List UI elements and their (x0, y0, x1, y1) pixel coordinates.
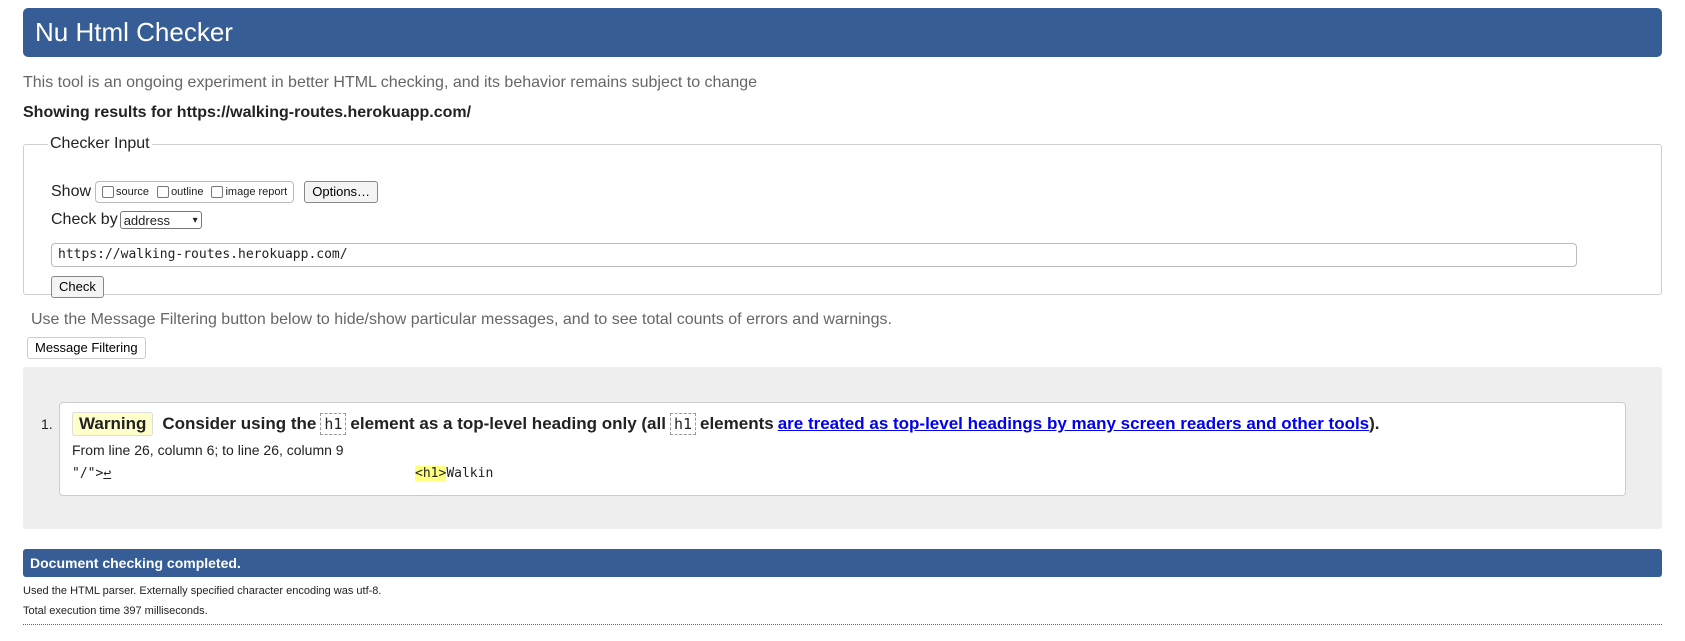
chevron-down-icon: ▾ (192, 214, 198, 226)
results-heading-prefix: Showing results for (23, 104, 177, 121)
message-link[interactable]: are treated as top-level headings by man… (778, 414, 1369, 434)
message-text-middle: element as a top-level heading only (all (350, 414, 666, 433)
message-filtering-hint: Use the Message Filtering button below t… (31, 311, 892, 328)
show-image-report-checkbox[interactable] (211, 186, 224, 198)
extract-highlight-tag: <h1> (415, 466, 447, 481)
check-button[interactable]: Check (51, 276, 104, 298)
message-filtering-wrap: Message Filtering (27, 337, 146, 359)
url-input[interactable]: https://walking-routes.herokuapp.com/ (51, 243, 1577, 267)
check-by-label: Check by (51, 211, 118, 228)
message-text-after: elements (700, 414, 774, 433)
results-heading-url: https://walking-routes.herokuapp.com/ (176, 104, 472, 121)
options-button[interactable]: Options… (304, 181, 379, 203)
checker-input-legend: Checker Input (50, 135, 150, 152)
extract-prefix: "/">↩ (72, 466, 111, 481)
show-label: Show (51, 183, 92, 200)
line-break-icon: ↩ (103, 466, 112, 481)
show-row: Show source outline image report Options… (51, 181, 379, 203)
show-options-group: source outline image report (95, 181, 295, 203)
check-by-row: Check by address ▾ (51, 211, 202, 229)
show-outline-checkbox[interactable] (157, 186, 170, 198)
message-code-h1: h1 (320, 413, 347, 435)
extract-suffix: Walkin (446, 466, 494, 481)
document-checking-completed: Document checking completed. (23, 549, 1662, 577)
extract-highlight: <h1>Walkin (415, 466, 493, 481)
page-header: Nu Html Checker (23, 8, 1662, 57)
message-extract: "/">↩ <h1>Walkin (72, 466, 1072, 484)
check-by-select[interactable]: address ▾ (119, 211, 202, 229)
message-text-end: ). (1369, 414, 1380, 433)
footer-divider (23, 624, 1662, 625)
results-panel: 1. Warning Consider using the h1 element… (23, 367, 1662, 529)
message-text: Warning Consider using the h1 element as… (72, 412, 1380, 436)
show-outline-option[interactable]: outline (157, 186, 203, 198)
extract-prefix-text: "/"> (72, 466, 104, 481)
message-code-h1-second: h1 (669, 413, 696, 435)
warning-badge: Warning (72, 412, 154, 436)
show-source-checkbox[interactable] (102, 186, 115, 198)
parser-note: Used the HTML parser. Externally specifi… (23, 585, 382, 597)
page-title: Nu Html Checker (35, 17, 233, 47)
message-text-before: Consider using the (162, 414, 317, 433)
intro-text: This tool is an ongoing experiment in be… (23, 74, 758, 91)
list-item: Warning Consider using the h1 element as… (59, 402, 1626, 496)
show-source-option[interactable]: source (102, 186, 149, 198)
checker-input-fieldset: Checker Input Show source outline image … (23, 135, 1662, 298)
check-button-wrap: Check (51, 276, 104, 298)
show-source-label: source (116, 186, 150, 198)
results-heading: Showing results for https://walking-rout… (23, 104, 471, 122)
message-filtering-button[interactable]: Message Filtering (27, 337, 146, 359)
show-outline-label: outline (171, 186, 204, 198)
show-image-report-option[interactable]: image report (211, 186, 287, 198)
check-by-selected-value: address (123, 212, 170, 228)
show-image-report-label: image report (225, 186, 288, 198)
message-number: 1. (41, 416, 53, 432)
execution-time: Total execution time 397 milliseconds. (23, 605, 208, 617)
message-location: From line 26, column 6; to line 26, colu… (72, 442, 344, 458)
